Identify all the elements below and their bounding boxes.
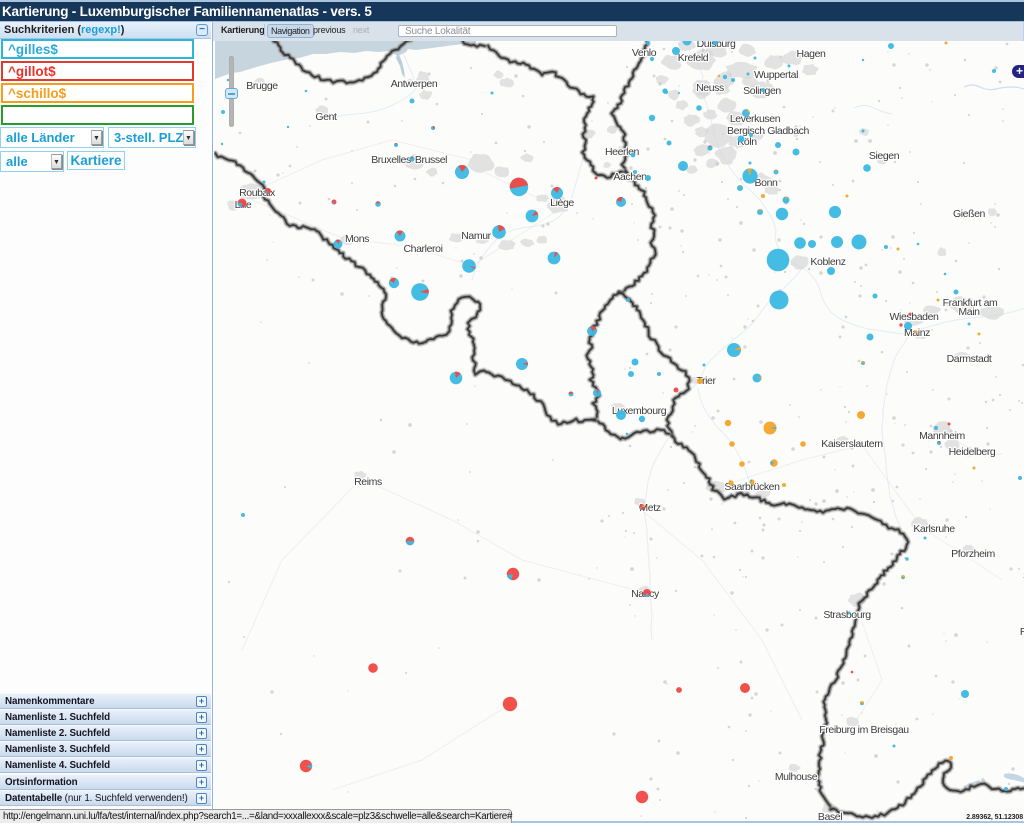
svg-text:Main: Main (958, 306, 980, 318)
svg-text:Brugge: Brugge (246, 80, 278, 92)
svg-text:Neuss: Neuss (696, 82, 724, 94)
svg-text:Brussel: Brussel (415, 154, 447, 166)
svg-text:Strasbourg: Strasbourg (823, 609, 871, 621)
svg-text:Karlsruhe: Karlsruhe (913, 523, 955, 535)
svg-text:Kaiserslautern: Kaiserslautern (821, 438, 883, 450)
svg-text:Gent: Gent (315, 111, 337, 123)
svg-text:Heidelberg: Heidelberg (949, 446, 996, 458)
svg-text:Aachen: Aachen (613, 171, 647, 183)
svg-text:Bonn: Bonn (755, 177, 778, 189)
svg-text:Wiesbaden: Wiesbaden (890, 311, 939, 323)
svg-text:Koblenz: Koblenz (810, 256, 845, 268)
svg-text:Pforzheim: Pforzheim (951, 548, 995, 560)
svg-text:Leverkusen: Leverkusen (730, 113, 781, 125)
svg-text:Antwerpen: Antwerpen (391, 78, 438, 90)
svg-text:Wuppertal: Wuppertal (754, 69, 798, 81)
svg-text:Darmstadt: Darmstadt (947, 353, 992, 365)
svg-text:Reutlingen: Reutlingen (1020, 626, 1024, 638)
svg-text:Roubaix: Roubaix (239, 187, 276, 199)
svg-text:Bruxelles: Bruxelles (371, 154, 411, 166)
svg-text:Gießen: Gießen (953, 208, 986, 220)
svg-text:Mulhouse: Mulhouse (775, 771, 818, 783)
svg-text:Mons: Mons (345, 233, 369, 245)
svg-text:Krefeld: Krefeld (678, 52, 709, 64)
svg-text:Freiburg im Breisgau: Freiburg im Breisgau (819, 724, 909, 736)
svg-text:Namur: Namur (461, 230, 491, 242)
svg-text:Hagen: Hagen (797, 48, 827, 60)
svg-text:Siegen: Siegen (869, 150, 900, 162)
svg-text:Charleroi: Charleroi (404, 243, 443, 255)
svg-text:Basel: Basel (818, 811, 842, 821)
svg-text:Reims: Reims (354, 476, 382, 488)
svg-text:Mannheim: Mannheim (919, 430, 965, 442)
svg-text:Liège: Liège (550, 197, 574, 209)
